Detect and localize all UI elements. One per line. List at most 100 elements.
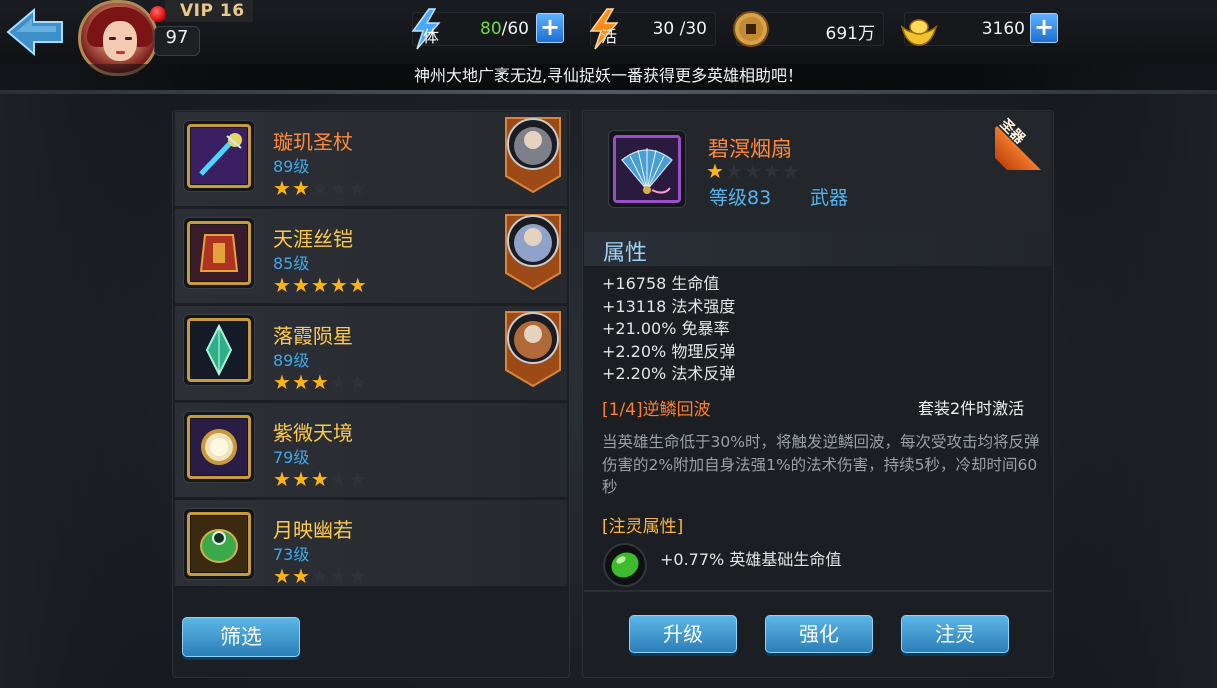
detail-stars: ★★★★★	[706, 159, 801, 183]
item-name: 璇玑圣杖	[273, 130, 353, 154]
gold-ingot-icon	[900, 19, 938, 46]
stamina-value: 80/60	[480, 19, 529, 39]
equipment-list-item[interactable]: 璇玑圣杖 89级 ★★★★★	[175, 112, 567, 206]
stamina-current: 80	[480, 19, 502, 39]
item-name: 落霞陨星	[273, 324, 353, 348]
equipped-hero-badge-icon[interactable]	[502, 211, 564, 291]
equipment-list[interactable]: 璇玑圣杖 89级 ★★★★★ 天涯丝铠 85级 ★★★★★ 落霞陨星 89级 ★★★★★ 紫微天境…	[172, 112, 570, 586]
star-filled-icon: ★	[273, 370, 292, 394]
vip-label[interactable]: VIP 16	[180, 1, 245, 21]
star-filled-icon: ★	[291, 370, 311, 394]
detail-item-type: 武器	[810, 187, 849, 209]
background-right	[1067, 94, 1217, 688]
ingots-display: 3160	[900, 12, 1034, 46]
infuse-button[interactable]: 注灵	[901, 615, 1009, 653]
star-filled-icon: ★	[310, 467, 330, 491]
vitality-display: 活 30 /30	[589, 8, 716, 50]
item-stars: ★★★★★	[273, 370, 368, 394]
star-empty-icon: ★	[329, 370, 349, 394]
star-empty-icon: ★	[781, 159, 801, 183]
star-empty-icon: ★	[348, 370, 368, 394]
stamina-label: 体	[423, 27, 440, 46]
item-level: 73级	[273, 545, 310, 564]
star-filled-icon: ★	[706, 159, 725, 183]
star-empty-icon: ★	[348, 467, 368, 491]
star-empty-icon: ★	[724, 159, 744, 183]
equipment-list-item[interactable]: 落霞陨星 89级 ★★★★★	[175, 306, 567, 400]
stat-line: +16758 生命值	[602, 274, 720, 293]
stamina-display: 体 80/60	[411, 8, 538, 50]
filter-button[interactable]: 筛选	[182, 617, 300, 657]
set-bonus-description: 当英雄生命低于30%时，将触发逆鳞回波，每次受攻击均将反弹伤害的2%附加自身法强…	[602, 433, 1040, 496]
item-frame	[187, 318, 251, 382]
star-filled-icon: ★	[310, 273, 330, 297]
banner-text: 神州大地广袤无边,寻仙捉妖一番获得更多英雄相助吧！	[413, 66, 804, 85]
notification-dot	[150, 6, 166, 22]
stat-line: +2.20% 法术反弹	[602, 364, 736, 383]
item-name: 天涯丝铠	[273, 227, 353, 251]
set-bonus-title: [1/4]逆鳞回波	[602, 400, 711, 420]
star-empty-icon: ★	[310, 564, 330, 586]
item-frame	[187, 221, 251, 285]
ingots-value: 3160	[981, 19, 1025, 39]
equipment-list-item[interactable]: 天涯丝铠 85级 ★★★★★	[175, 209, 567, 303]
item-stars: ★★★★★	[273, 176, 368, 200]
star-empty-icon: ★	[762, 159, 782, 183]
background-left	[0, 94, 150, 688]
green-gem-icon	[611, 552, 639, 578]
equipped-hero-badge-icon[interactable]	[502, 308, 564, 388]
star-filled-icon: ★	[273, 564, 292, 586]
item-name: 紫微天境	[273, 421, 353, 445]
star-empty-icon: ★	[310, 176, 330, 200]
attributes-header	[584, 232, 1052, 266]
star-filled-icon: ★	[273, 273, 292, 297]
stat-line: +21.00% 免暴率	[602, 319, 730, 338]
star-empty-icon: ★	[329, 467, 349, 491]
vitality-label: 活	[601, 27, 618, 46]
star-empty-icon: ★	[329, 564, 349, 586]
item-stars: ★★★★★	[273, 564, 368, 586]
item-stars: ★★★★★	[273, 467, 368, 491]
top-divider	[0, 90, 1217, 94]
equipped-hero-badge-icon[interactable]	[502, 114, 564, 194]
star-filled-icon: ★	[291, 467, 311, 491]
back-arrow-icon[interactable]	[4, 4, 68, 60]
star-empty-icon: ★	[329, 176, 349, 200]
add-stamina-button[interactable]: +	[536, 13, 564, 43]
attributes-title: 属性	[603, 241, 648, 266]
star-empty-icon: ★	[348, 564, 368, 586]
equipment-list-item[interactable]: 月映幽若 73级 ★★★★★	[175, 500, 567, 586]
detail-item-level: 等级83	[709, 187, 772, 209]
vitality-value: 30 /30	[652, 19, 707, 39]
star-filled-icon: ★	[348, 273, 368, 297]
star-filled-icon: ★	[310, 370, 330, 394]
coins-display: 691万	[733, 11, 884, 47]
item-frame	[187, 124, 251, 188]
item-name: 月映幽若	[273, 518, 353, 542]
star-filled-icon: ★	[273, 176, 292, 200]
spirit-attribute-value: +0.77% 英雄基础生命值	[660, 550, 842, 569]
add-ingots-button[interactable]: +	[1030, 13, 1058, 43]
set-bonus-condition: 套装2件时激活	[918, 399, 1025, 418]
star-empty-icon: ★	[348, 176, 368, 200]
item-level: 89级	[273, 351, 310, 370]
star-filled-icon: ★	[291, 273, 311, 297]
stamina-max: /60	[501, 19, 529, 39]
coins-value: 691万	[825, 24, 875, 44]
player-level: 97	[154, 26, 200, 56]
enhance-button[interactable]: 强化	[765, 615, 873, 653]
star-filled-icon: ★	[291, 176, 311, 200]
star-empty-icon: ★	[743, 159, 763, 183]
equipment-list-item[interactable]: 紫微天境 79级 ★★★★★	[175, 403, 567, 497]
item-frame	[187, 512, 251, 576]
stat-line: +2.20% 物理反弹	[602, 341, 736, 361]
stat-line: +13118 法术强度	[602, 296, 736, 316]
detail-divider	[584, 590, 1052, 592]
item-level: 89级	[273, 157, 310, 176]
item-frame	[187, 415, 251, 479]
item-level: 85级	[273, 254, 310, 273]
upgrade-button[interactable]: 升级	[629, 615, 737, 653]
item-stars: ★★★★★	[273, 273, 368, 297]
fan-icon	[616, 138, 678, 200]
copper-coin-icon	[733, 11, 769, 47]
